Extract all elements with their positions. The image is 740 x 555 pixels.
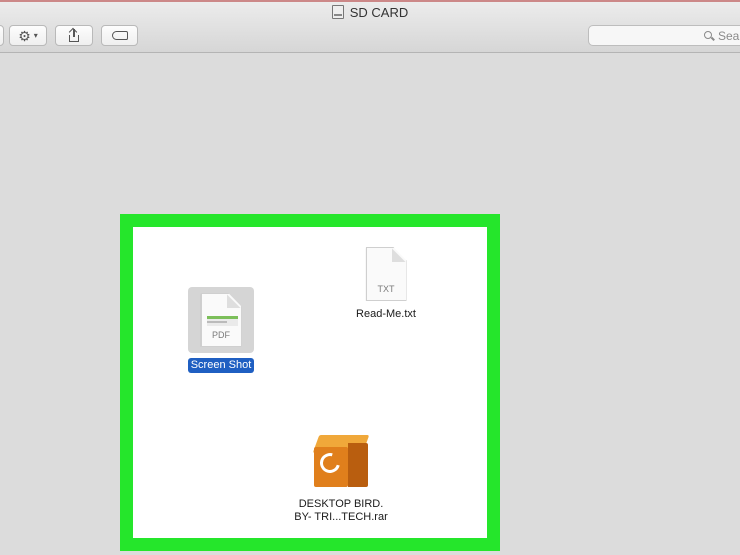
share-button[interactable]	[55, 25, 93, 46]
tag-icon	[111, 31, 128, 40]
file-name-line-1: DESKTOP BIRD.	[298, 498, 384, 510]
window-title: SD CARD	[0, 5, 740, 20]
file-name[interactable]: Screen Shot	[187, 358, 255, 373]
txt-file-icon: TXT	[365, 247, 407, 301]
archive-box-icon	[312, 435, 370, 491]
file-name-line-2: BY- TRI...TECH.rar	[294, 511, 388, 523]
view-button[interactable]	[0, 25, 4, 46]
file-type-label: PDF	[212, 330, 230, 340]
file-icon-background: PDF	[188, 287, 254, 353]
chevron-down-icon: ▾	[33, 31, 38, 40]
share-icon	[69, 28, 79, 42]
file-item-desktop-bird[interactable]: DESKTOP BIRD. BY- TRI...TECH.rar	[281, 435, 401, 525]
file-name[interactable]: Read-Me.txt	[353, 307, 419, 322]
gear-icon: ⚙	[18, 27, 31, 44]
file-item-read-me[interactable]: TXT Read-Me.txt	[341, 247, 431, 322]
icon-view-canvas[interactable]: PDF Screen Shot TXT Read-Me.txt DESKTOP …	[133, 227, 487, 538]
highlight-frame: PDF Screen Shot TXT Read-Me.txt DESKTOP …	[120, 214, 500, 551]
file-name[interactable]: DESKTOP BIRD. BY- TRI...TECH.rar	[291, 497, 391, 525]
file-type-label: TXT	[377, 284, 395, 294]
search-field[interactable]: Sea	[588, 25, 740, 46]
toolbar: SD CARD ⚙ ▾ Sea	[0, 0, 740, 53]
file-item-screen-shot[interactable]: PDF Screen Shot	[176, 287, 266, 373]
window-title-text: SD CARD	[349, 5, 409, 20]
search-placeholder: Sea	[718, 28, 740, 43]
finder-window: SD CARD ⚙ ▾ Sea PDF Screen Shot TXT Read…	[0, 0, 740, 555]
search-icon	[704, 30, 715, 41]
action-menu-button[interactable]: ⚙ ▾	[9, 25, 47, 46]
tags-button[interactable]	[101, 25, 138, 46]
drive-icon	[331, 5, 344, 19]
pdf-file-icon: PDF	[200, 293, 242, 347]
